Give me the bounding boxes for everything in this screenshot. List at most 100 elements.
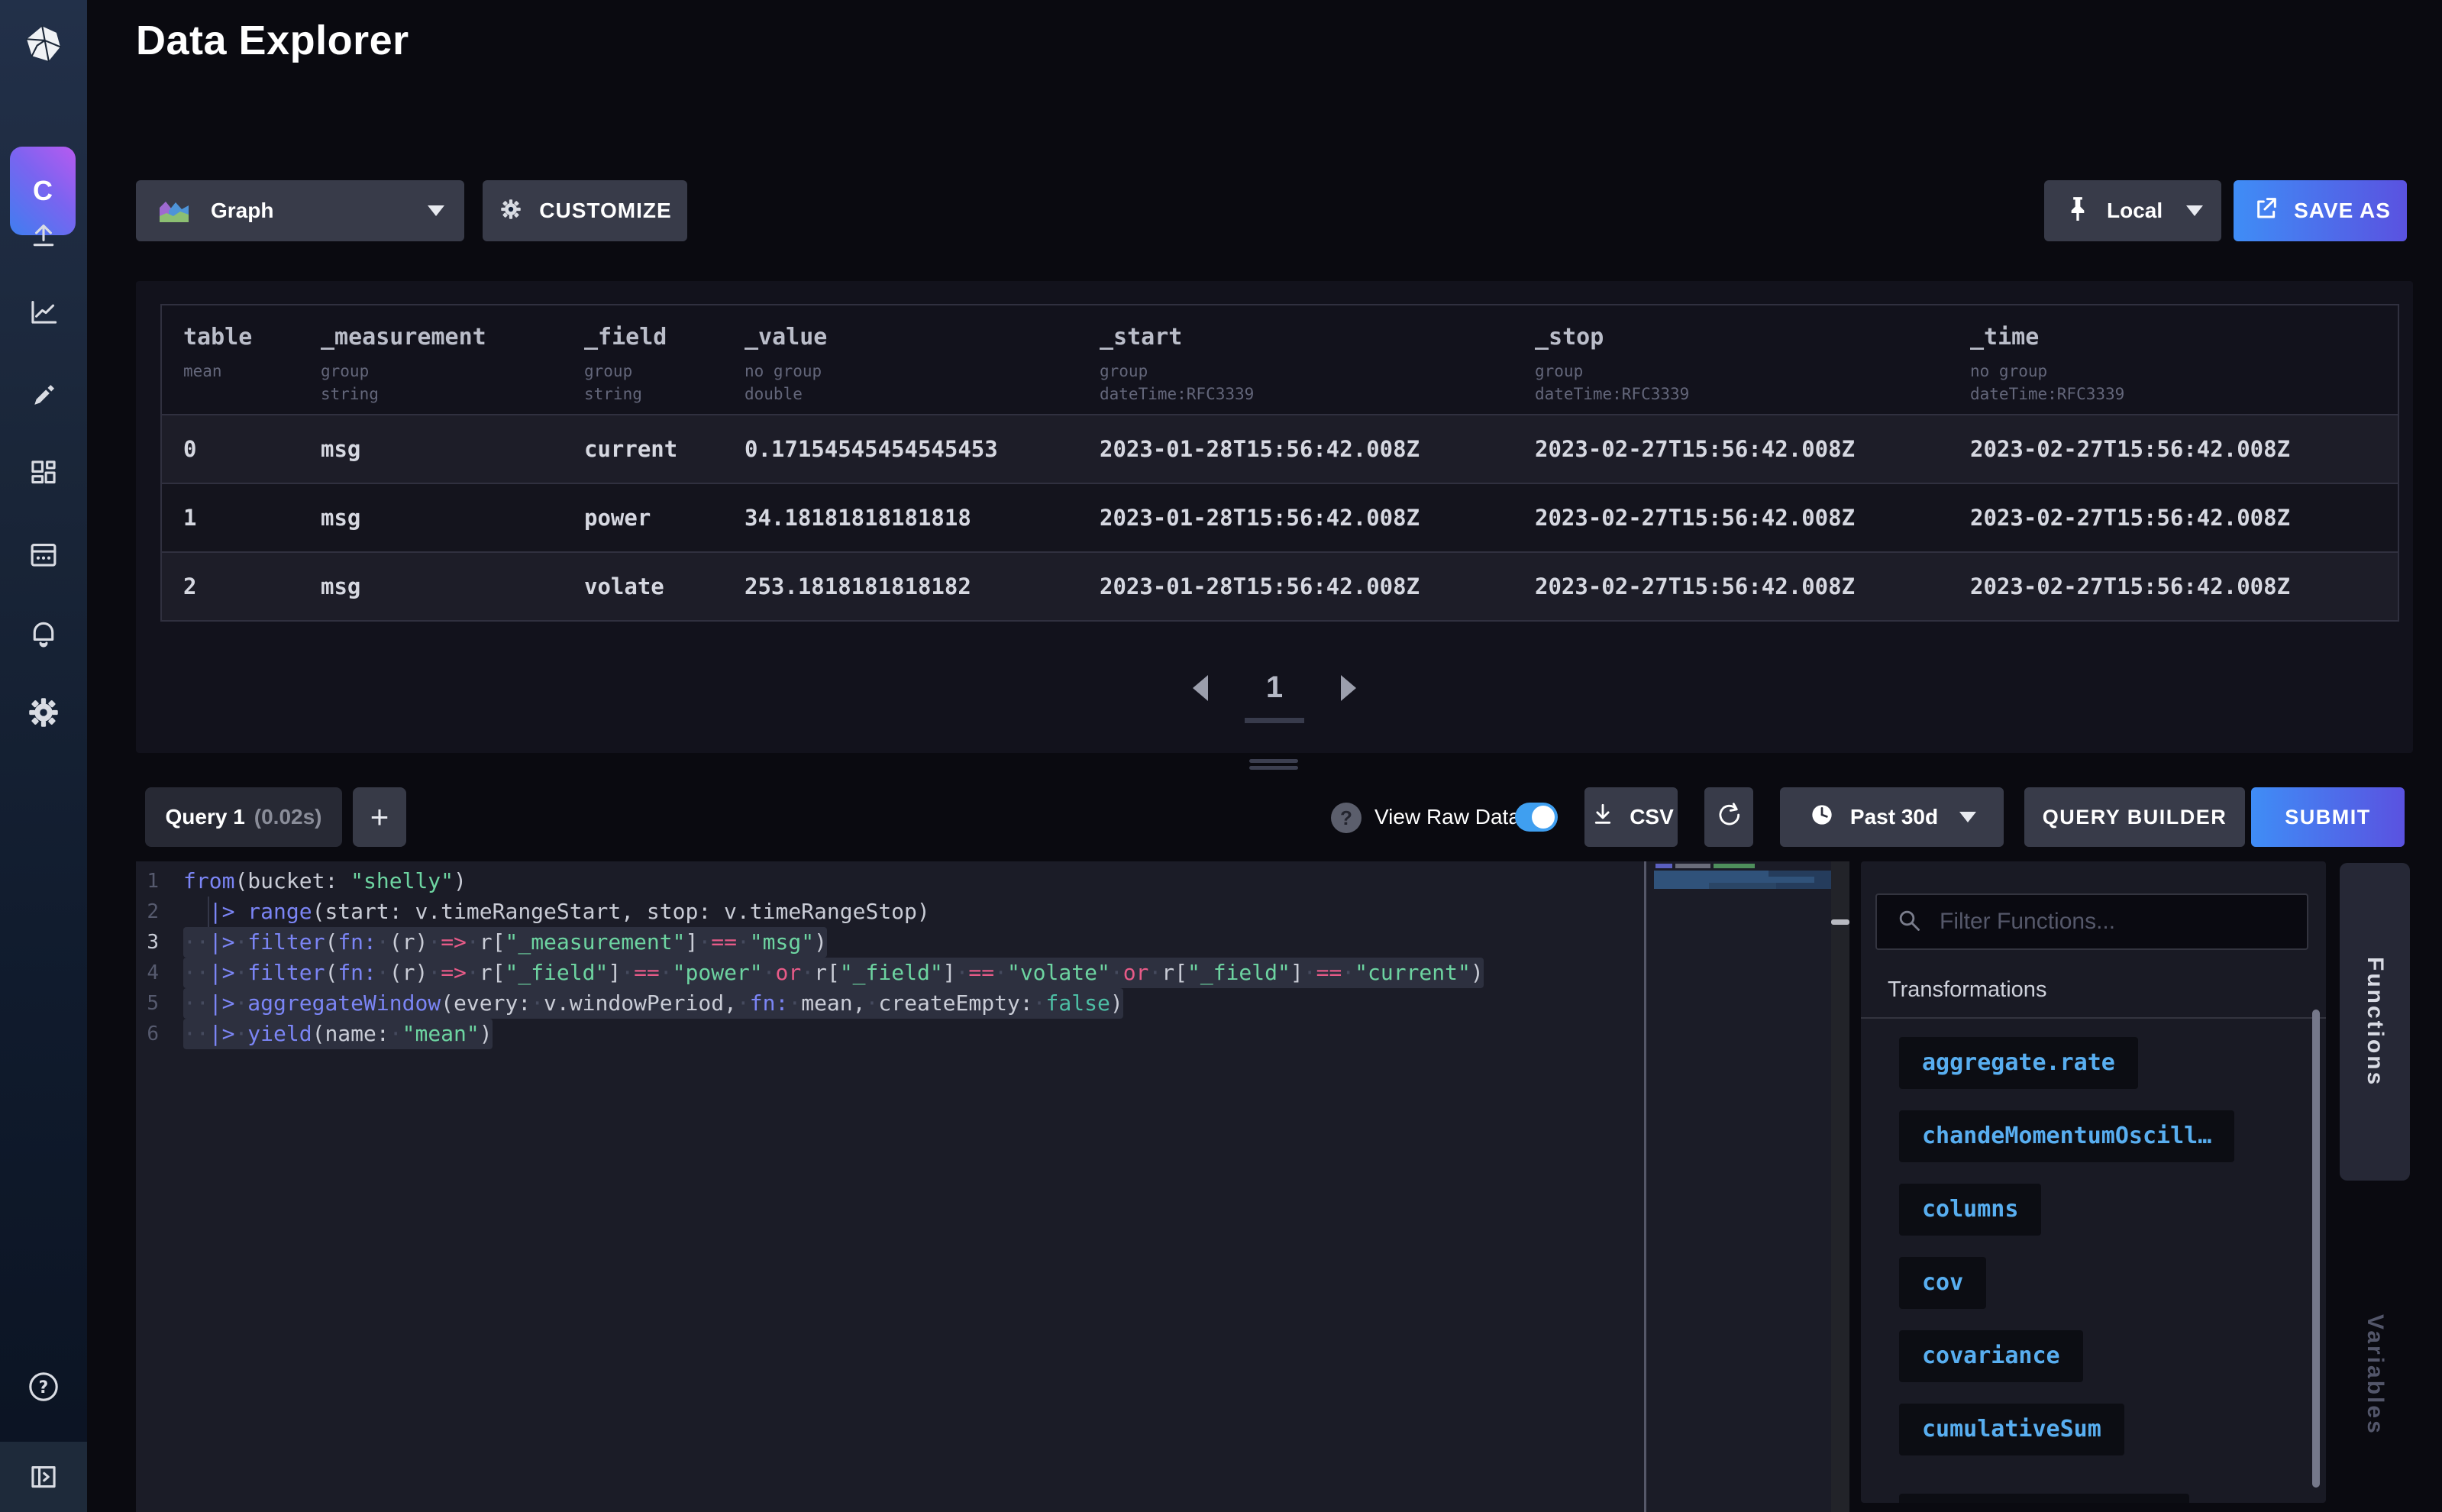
chevron-down-icon [1959,812,1976,822]
functions-panel: Transformations aggregate.ratechandeMome… [1861,861,2326,1503]
time-range-label: Past 30d [1850,805,1938,829]
upload-icon[interactable] [0,215,87,251]
function-item[interactable]: columns [1899,1184,2041,1236]
table-row[interactable]: 1msgpower34.181818181818182023-01-28T15:… [162,483,2398,551]
table-cell: 1 [162,484,299,551]
code-line[interactable]: 2 |> range(start: v.timeRangeStart, stop… [136,897,1645,927]
table-cell: volate [563,553,723,620]
code-line[interactable]: 4··|>·filter(fn:·(r)·=>·r["_field"]·==·"… [136,958,1645,988]
function-item-partial[interactable] [1899,1494,2189,1503]
edit-icon[interactable] [0,375,87,412]
query-tab[interactable]: Query 1 (0.02s) [145,787,342,847]
query-tab-label: Query 1 [166,805,245,829]
save-location-label: Local [2107,199,2163,223]
save-as-button[interactable]: SAVE AS [2234,180,2407,241]
functions-scrollbar[interactable] [2312,1010,2320,1488]
add-query-button[interactable]: + [353,787,406,847]
table-cell: 2023-01-28T15:56:42.008Z [1078,415,1513,483]
tab-variables[interactable]: Variables [2352,1298,2398,1451]
csv-label: CSV [1630,805,1674,829]
code-lines: 1from(bucket: "shelly")2 |> range(start:… [136,866,1645,1049]
refresh-icon [1714,800,1743,835]
code-line[interactable]: 6··|>·yield(name:·"mean") [136,1019,1645,1049]
question-mark-icon[interactable]: ? [1331,803,1362,833]
chevron-down-icon [428,205,444,216]
gear-icon [498,196,524,226]
graphs-icon[interactable] [0,293,87,330]
prev-page-icon[interactable] [1193,675,1208,701]
page-title: Data Explorer [136,17,409,64]
code-line[interactable]: 1from(bucket: "shelly") [136,866,1645,897]
editor-minimap[interactable] [1654,861,1831,1512]
save-location-dropdown[interactable]: Local [2044,180,2221,241]
table-cell: 253.1818181818182 [723,553,1078,620]
column-header: _fieldgroupstring [563,305,723,414]
submit-button[interactable]: SUBMIT [2251,787,2405,847]
table-cell: 34.18181818181818 [723,484,1078,551]
panel-resize-handle[interactable] [1249,759,1298,773]
tab-functions[interactable]: Functions [2340,863,2410,1181]
column-header: _measurementgroupstring [299,305,563,414]
settings-icon[interactable] [0,694,87,731]
editor-panel-divider[interactable] [1831,861,1849,1512]
refresh-button[interactable] [1704,787,1753,847]
table-cell: current [563,415,723,483]
functions-list: aggregate.rate chandeMomentumOscill… colum… [1899,1037,2234,1477]
toggle-knob [1532,806,1555,829]
flux-code-editor[interactable]: 1from(bucket: "shelly")2 |> range(start:… [136,861,1849,1512]
line-number: 1 [136,866,183,897]
help-icon[interactable] [0,1368,87,1405]
area-chart-icon [156,191,192,231]
avatar-letter: C [33,175,53,207]
pagination: 1 [136,670,2413,705]
divider-drag-handle[interactable] [1831,919,1849,925]
clock-icon [1807,800,1836,835]
tab-variables-label: Variables [2362,1314,2388,1436]
line-number: 5 [136,988,183,1019]
export-icon [2250,194,2280,228]
table-row[interactable]: 2msgvolate253.18181818181822023-01-28T15… [162,551,2398,620]
save-as-label: SAVE AS [2294,199,2391,223]
view-type-dropdown[interactable]: Graph [136,180,464,241]
function-item[interactable]: cumulativeSum [1899,1404,2124,1455]
page-number: 1 [1266,670,1283,705]
csv-button[interactable]: CSV [1584,787,1678,847]
pin-icon [2062,194,2093,228]
search-input[interactable] [1940,909,2290,935]
editor-scrollbar[interactable] [1644,861,1646,1512]
divider [1861,1017,2326,1019]
function-item[interactable]: covariance [1899,1330,2083,1382]
expand-sidebar-icon[interactable] [0,1442,87,1512]
influxdb-logo-icon[interactable] [0,15,87,73]
function-item[interactable]: chandeMomentumOscill… [1899,1110,2234,1162]
dashboards-icon[interactable] [0,454,87,491]
code-line[interactable]: 3··|>·filter(fn:·(r)·=>·r["_measurement"… [136,927,1645,958]
view-raw-data-label: View Raw Data [1374,787,1520,847]
column-header: _timeno groupdateTime:RFC3339 [1949,305,2398,414]
table-cell: 2023-02-27T15:56:42.008Z [1513,415,1949,483]
table-cell: 2023-02-27T15:56:42.008Z [1949,484,2398,551]
query-builder-button[interactable]: QUERY BUILDER [2024,787,2245,847]
line-number: 6 [136,1019,183,1049]
results-table-body: 0msgcurrent0.171545454545454532023-01-28… [162,414,2398,620]
alerts-icon[interactable] [0,614,87,651]
customize-button[interactable]: CUSTOMIZE [483,180,687,241]
table-cell: 2 [162,553,299,620]
next-page-icon[interactable] [1341,675,1356,701]
function-item[interactable]: cov [1899,1257,1986,1309]
function-item[interactable]: aggregate.rate [1899,1037,2138,1089]
column-header: tablemean [162,305,299,414]
time-range-dropdown[interactable]: Past 30d [1780,787,2004,847]
search-icon [1894,905,1924,939]
download-icon [1588,800,1617,835]
results-card: tablemean_measurementgroupstring_fieldgr… [136,281,2413,753]
view-raw-data-toggle[interactable] [1515,803,1558,832]
table-row[interactable]: 0msgcurrent0.171545454545454532023-01-28… [162,414,2398,483]
table-cell: 2023-02-27T15:56:42.008Z [1949,415,2398,483]
line-number: 2 [136,897,183,927]
minimap-selection [1654,871,1831,889]
table-cell: 2023-01-28T15:56:42.008Z [1078,484,1513,551]
tasks-icon[interactable] [0,536,87,573]
code-line[interactable]: 5··|>·aggregateWindow(every:·v.windowPer… [136,988,1645,1019]
filter-functions-search[interactable] [1875,893,2308,950]
